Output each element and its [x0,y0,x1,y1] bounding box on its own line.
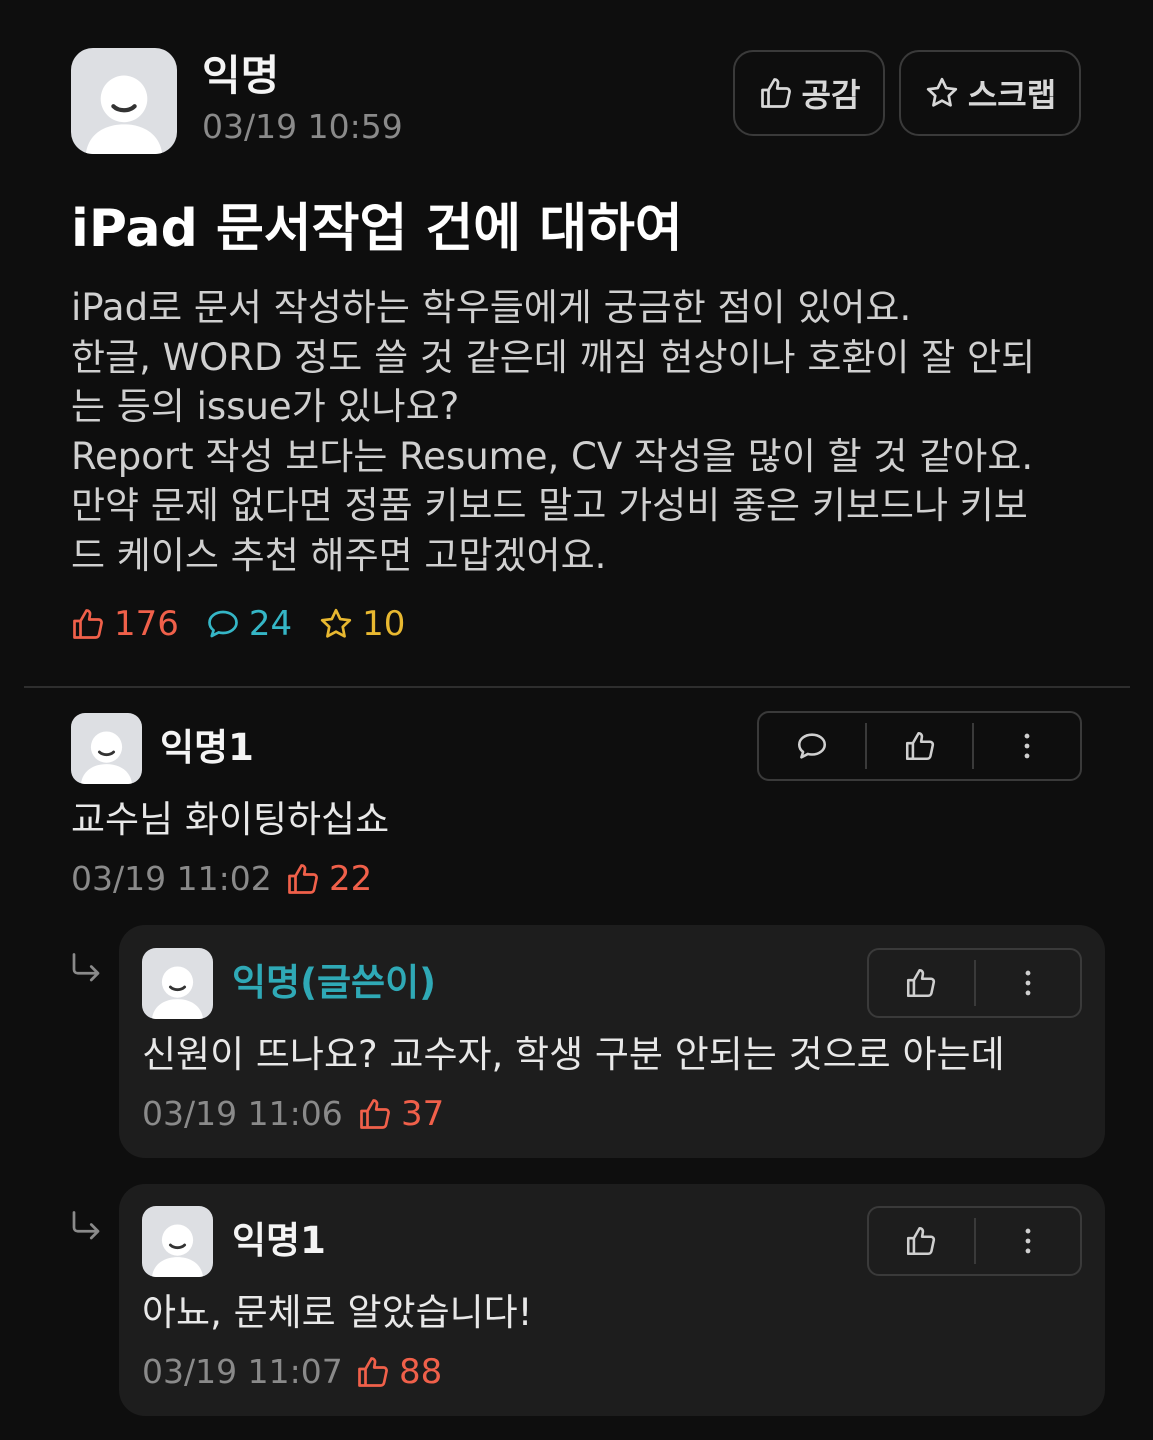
reply-avatar [142,948,213,1019]
thumbs-up-icon [285,861,321,897]
thumbs-up-icon [758,75,794,111]
comment-count: 24 [205,604,292,644]
post-body-line: 한글, WORD 정도 쓸 것 같은데 깨짐 현상이나 호환이 잘 안되 [71,335,1036,379]
comment-like-count: 22 [285,857,372,901]
avatar-icon [71,713,142,784]
post-body-line: 드 케이스 추천 해주면 고맙겠어요. [71,533,607,577]
avatar-icon [71,48,177,154]
reply-time: 03/19 11:07 [142,1352,343,1391]
comment-like-value: 22 [329,859,373,899]
post-body-line: iPad로 문서 작성하는 학우들에게 궁금한 점이 있어요. [71,286,912,329]
scrap-count-value: 10 [362,604,406,644]
like-count: 176 [70,604,179,644]
more-vertical-icon [1011,1224,1045,1258]
speech-bubble-icon [795,729,829,763]
scrap-button[interactable]: 스크랩 [899,50,1081,136]
reply-actions [867,1206,1082,1276]
post-stats: 176 24 10 [70,600,431,648]
thumbs-up-icon [355,1354,391,1390]
reply-item: 익명(글쓴이) 신원이 뜨나요? 교수자, 학생 구분 안되는 것으로 아는데 … [119,925,1105,1158]
reply-like-count: 37 [357,1092,444,1136]
reply-avatar [142,1206,213,1277]
more-button[interactable] [974,713,1080,779]
more-button[interactable] [976,1208,1081,1274]
comment-count-value: 24 [248,604,293,644]
reply-arrow-icon [68,950,104,986]
more-vertical-icon [1010,729,1044,763]
divider [24,686,1130,688]
comment-time: 03/19 11:02 [71,859,272,898]
avatar-icon [142,948,213,1019]
post-body: iPad로 문서 작성하는 학우들에게 궁금한 점이 있어요. 한글, WORD… [71,283,1101,580]
empathy-button[interactable]: 공감 [733,50,885,136]
speech-bubble-icon [205,606,241,642]
thumbs-up-icon [903,729,937,763]
comment-author: 익명1 [160,726,254,769]
like-count-value: 176 [114,604,179,644]
reply-like-count: 88 [355,1350,442,1394]
post-time: 03/19 10:59 [202,107,403,146]
post-author-avatar [71,48,177,154]
comment-text: 교수님 화이팅하십쇼 [71,798,390,841]
more-button[interactable] [976,950,1081,1016]
reply-text: 신원이 뜨나요? 교수자, 학생 구분 안되는 것으로 아는데 [142,1033,1005,1076]
comment-like-button[interactable] [867,713,973,779]
reply-author: 익명(글쓴이) [232,961,437,1004]
star-icon [318,606,354,642]
post-body-line: 는 등의 issue가 있나요? [71,385,460,428]
post-body-line: Report 작성 보다는 Resume, CV 작성을 많이 할 것 같아요. [71,434,1034,478]
empathy-button-label: 공감 [801,76,861,114]
post-body-line: 만약 문제 없다면 정품 키보드 말고 가성비 좋은 키보드나 키보 [71,484,1028,527]
thumbs-up-icon [357,1096,393,1132]
scrap-button-label: 스크랩 [967,76,1057,114]
post-author: 익명 [202,51,280,100]
thumbs-up-icon [904,1224,938,1258]
reply-like-button[interactable] [869,1208,974,1274]
reply-text: 아뇨, 문체로 알았습니다! [142,1291,533,1334]
thumbs-up-icon [70,606,106,642]
reply-like-value: 37 [401,1094,445,1134]
reply-time: 03/19 11:06 [142,1094,343,1133]
star-icon [924,75,960,111]
reply-like-button[interactable] [869,950,974,1016]
reply-actions [867,948,1082,1018]
post-title: iPad 문서작업 건에 대하여 [71,199,683,259]
avatar-icon [142,1206,213,1277]
comment-avatar [71,713,142,784]
comment-actions [757,711,1082,781]
reply-author: 익명1 [232,1219,326,1262]
reply-button[interactable] [759,713,865,779]
scrap-count: 10 [318,604,405,644]
reply-item: 익명1 아뇨, 문체로 알았습니다! 03/19 11:07 88 [119,1184,1105,1416]
reply-like-value: 88 [399,1352,443,1392]
thumbs-up-icon [904,966,938,1000]
reply-arrow-icon [68,1208,104,1244]
more-vertical-icon [1011,966,1045,1000]
